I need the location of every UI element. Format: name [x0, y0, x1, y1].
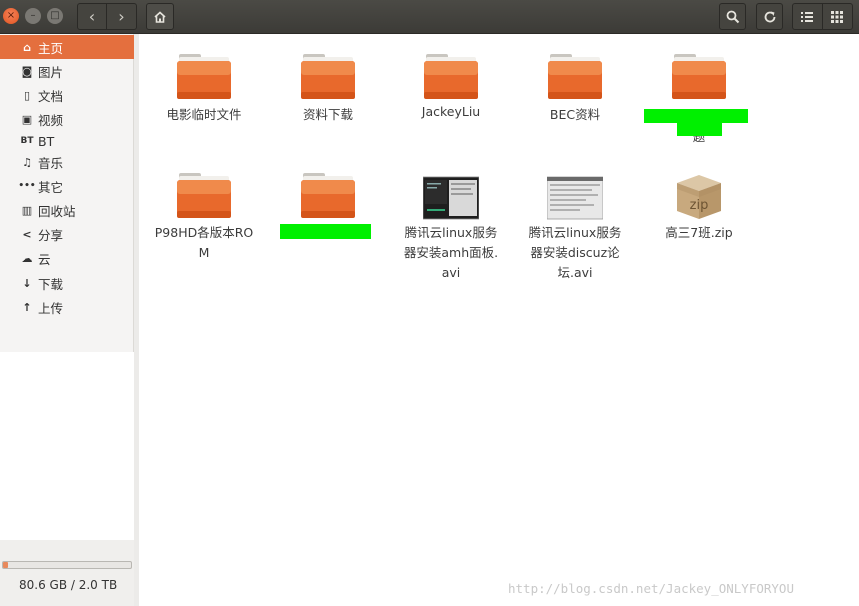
sidebar-item-upload[interactable]: ↑ 上传 — [0, 295, 134, 319]
sidebar-item-label: 文档 — [38, 88, 64, 104]
file-name: 腾讯云linux服务器安装amh面板.avi — [403, 225, 499, 280]
sidebar-item-label: BT — [38, 133, 55, 149]
refresh-icon — [764, 11, 775, 22]
video-icon: ▣ — [21, 112, 33, 126]
file-item-video[interactable]: 腾讯云linux服务器安装discuz论坛.avi — [520, 171, 630, 283]
sidebar-item-label: 其它 — [38, 179, 64, 195]
forward-button[interactable]: › — [107, 4, 136, 29]
file-item-folder-redacted[interactable]: 题 — [644, 52, 754, 147]
sidebar-item-documents[interactable]: ▯ 文档 — [0, 83, 134, 107]
minimize-icon: – — [30, 10, 36, 21]
trash-icon: ▥ — [21, 203, 33, 217]
file-item-zip[interactable]: zip 高三7班.zip — [644, 171, 754, 251]
back-button[interactable]: ‹ — [78, 4, 108, 29]
file-name: 电影临时文件 — [166, 107, 242, 122]
list-view-icon — [801, 11, 814, 22]
sidebar-item-trash[interactable]: ▥ 回收站 — [0, 198, 134, 222]
sidebar-item-label: 上传 — [38, 300, 64, 316]
more-icon: ••• — [18, 181, 36, 191]
sidebar-item-label: 主页 — [38, 40, 64, 56]
maximize-icon: □ — [50, 10, 60, 21]
sidebar-item-share[interactable]: < 分享 — [0, 222, 134, 246]
sidebar-item-label: 图片 — [38, 64, 64, 80]
sidebar-item-label: 回收站 — [38, 203, 76, 219]
close-icon: × — [6, 10, 16, 21]
grid-view-button[interactable] — [823, 4, 852, 29]
zip-archive-icon — [677, 175, 721, 219]
folder-icon — [177, 54, 231, 99]
file-item-folder[interactable]: 电影临时文件 — [149, 52, 259, 132]
storage-usage-text: 80.6 GB / 2.0 TB — [19, 578, 118, 592]
sidebar-item-videos[interactable]: ▣ 视频 — [0, 107, 134, 131]
download-icon: ↓ — [22, 276, 32, 290]
sidebar-divider — [134, 34, 139, 606]
view-toggle-group — [792, 3, 853, 30]
sidebar-item-other[interactable]: ••• 其它 — [0, 174, 134, 198]
home-icon — [154, 10, 166, 23]
sidebar-item-pictures[interactable]: ◙ 图片 — [0, 59, 134, 83]
video-thumbnail-icon — [547, 176, 603, 220]
folder-icon — [301, 54, 355, 99]
sidebar-item-label: 音乐 — [38, 155, 64, 171]
redaction-mark — [677, 123, 722, 136]
redaction-mark — [280, 224, 371, 239]
search-button[interactable] — [719, 3, 746, 30]
folder-icon — [424, 54, 478, 99]
storage-progress-fill — [3, 562, 9, 568]
share-icon: < — [22, 227, 32, 241]
music-icon: ♫ — [22, 155, 32, 169]
cloud-icon: ☁ — [21, 251, 33, 265]
storage-panel: 80.6 GB / 2.0 TB — [0, 540, 134, 606]
maximize-window-button[interactable]: □ — [47, 8, 63, 24]
home-icon: ⌂ — [23, 40, 31, 54]
storage-progress-bar — [2, 561, 132, 569]
file-name: 腾讯云linux服务器安装discuz论坛.avi — [528, 225, 622, 280]
redaction-mark — [644, 109, 748, 123]
file-name: P98HD各版本ROM — [154, 225, 254, 260]
sidebar-item-label: 下载 — [38, 276, 64, 292]
history-nav: ‹ › — [77, 3, 137, 30]
file-item-video[interactable]: 腾讯云linux服务器安装amh面板.avi — [396, 171, 506, 283]
grid-view-icon — [831, 10, 844, 23]
file-name: 高三7班.zip — [665, 225, 733, 240]
file-item-folder[interactable]: P98HD各版本ROM — [149, 171, 259, 261]
sidebar-item-cloud[interactable]: ☁ 云 — [0, 246, 134, 270]
folder-icon — [177, 173, 231, 218]
file-name: BEC资料 — [549, 107, 601, 122]
sidebar-item-download[interactable]: ↓ 下载 — [0, 271, 134, 295]
video-thumbnail-icon — [423, 176, 479, 220]
sidebar-item-label: 云 — [38, 251, 51, 267]
search-icon — [726, 10, 739, 23]
bt-icon: BT — [20, 136, 34, 146]
chevron-right-icon: › — [118, 7, 125, 26]
zip-label-text: zip — [689, 198, 709, 213]
sidebar-item-label: 视频 — [38, 112, 64, 128]
folder-icon — [301, 173, 355, 218]
folder-icon — [672, 54, 726, 99]
chevron-left-icon: ‹ — [88, 7, 96, 26]
watermark-text: http://blog.csdn.net/Jackey_ONLYFORYOU — [508, 581, 794, 596]
minimize-window-button[interactable]: – — [25, 8, 41, 24]
sidebar-item-music[interactable]: ♫ 音乐 — [0, 150, 134, 174]
file-name: JackeyLiu — [421, 104, 481, 119]
file-item-folder[interactable]: JackeyLiu — [396, 52, 506, 132]
sidebar-item-home[interactable]: ⌂ 主页 — [0, 35, 134, 59]
header-bar: × – □ ‹ › — [0, 0, 859, 34]
sidebar: ⌂ 主页 ◙ 图片 ▯ 文档 ▣ 视频 BT BT ♫ 音乐 ••• 其它 ▥ … — [0, 34, 134, 606]
reload-button[interactable] — [756, 3, 783, 30]
camera-icon: ◙ — [21, 64, 33, 78]
file-name: 资料下载 — [302, 107, 353, 122]
close-window-button[interactable]: × — [3, 8, 19, 24]
document-icon: ▯ — [23, 88, 31, 102]
list-view-button[interactable] — [793, 4, 823, 29]
sidebar-item-label: 分享 — [38, 227, 64, 243]
breadcrumb-home[interactable] — [146, 3, 174, 30]
file-item-folder[interactable]: BEC资料 — [520, 52, 630, 132]
upload-icon: ↑ — [22, 300, 32, 314]
file-item-folder[interactable]: 资料下载 — [273, 52, 383, 132]
file-item-folder-redacted[interactable] — [273, 171, 383, 251]
folder-icon — [548, 54, 602, 99]
